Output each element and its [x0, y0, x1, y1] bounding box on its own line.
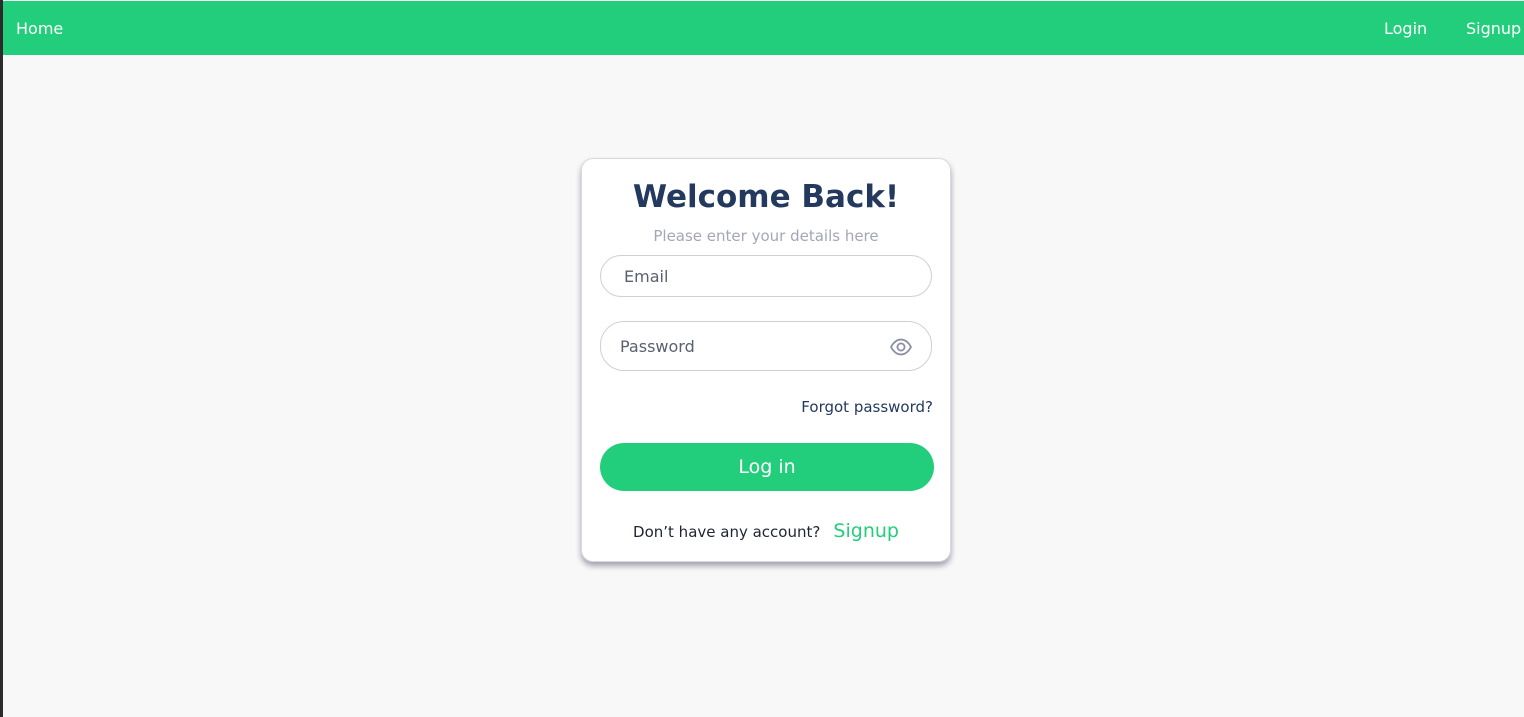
- password-field[interactable]: [620, 322, 875, 370]
- page-subtitle: Please enter your details here: [653, 227, 879, 245]
- window-edge: [0, 0, 3, 717]
- password-field-wrapper: [600, 321, 932, 371]
- nav-signup-link[interactable]: Signup: [1466, 19, 1521, 39]
- signup-link[interactable]: Signup: [833, 520, 899, 542]
- no-account-text: Don’t have any account?: [633, 523, 821, 541]
- login-card: Welcome Back! Please enter your details …: [581, 158, 951, 562]
- login-button[interactable]: Log in: [600, 443, 934, 491]
- email-field[interactable]: [624, 256, 915, 296]
- signup-prompt: Don’t have any account? Signup: [582, 519, 950, 544]
- top-navbar: Home Login Signup: [3, 1, 1524, 55]
- nav-home-link[interactable]: Home: [16, 19, 63, 39]
- eye-icon[interactable]: [889, 336, 913, 358]
- forgot-password-link[interactable]: Forgot password?: [801, 397, 933, 417]
- page-title: Welcome Back!: [632, 179, 900, 215]
- email-field-wrapper: [600, 255, 932, 297]
- nav-login-link[interactable]: Login: [1384, 19, 1427, 39]
